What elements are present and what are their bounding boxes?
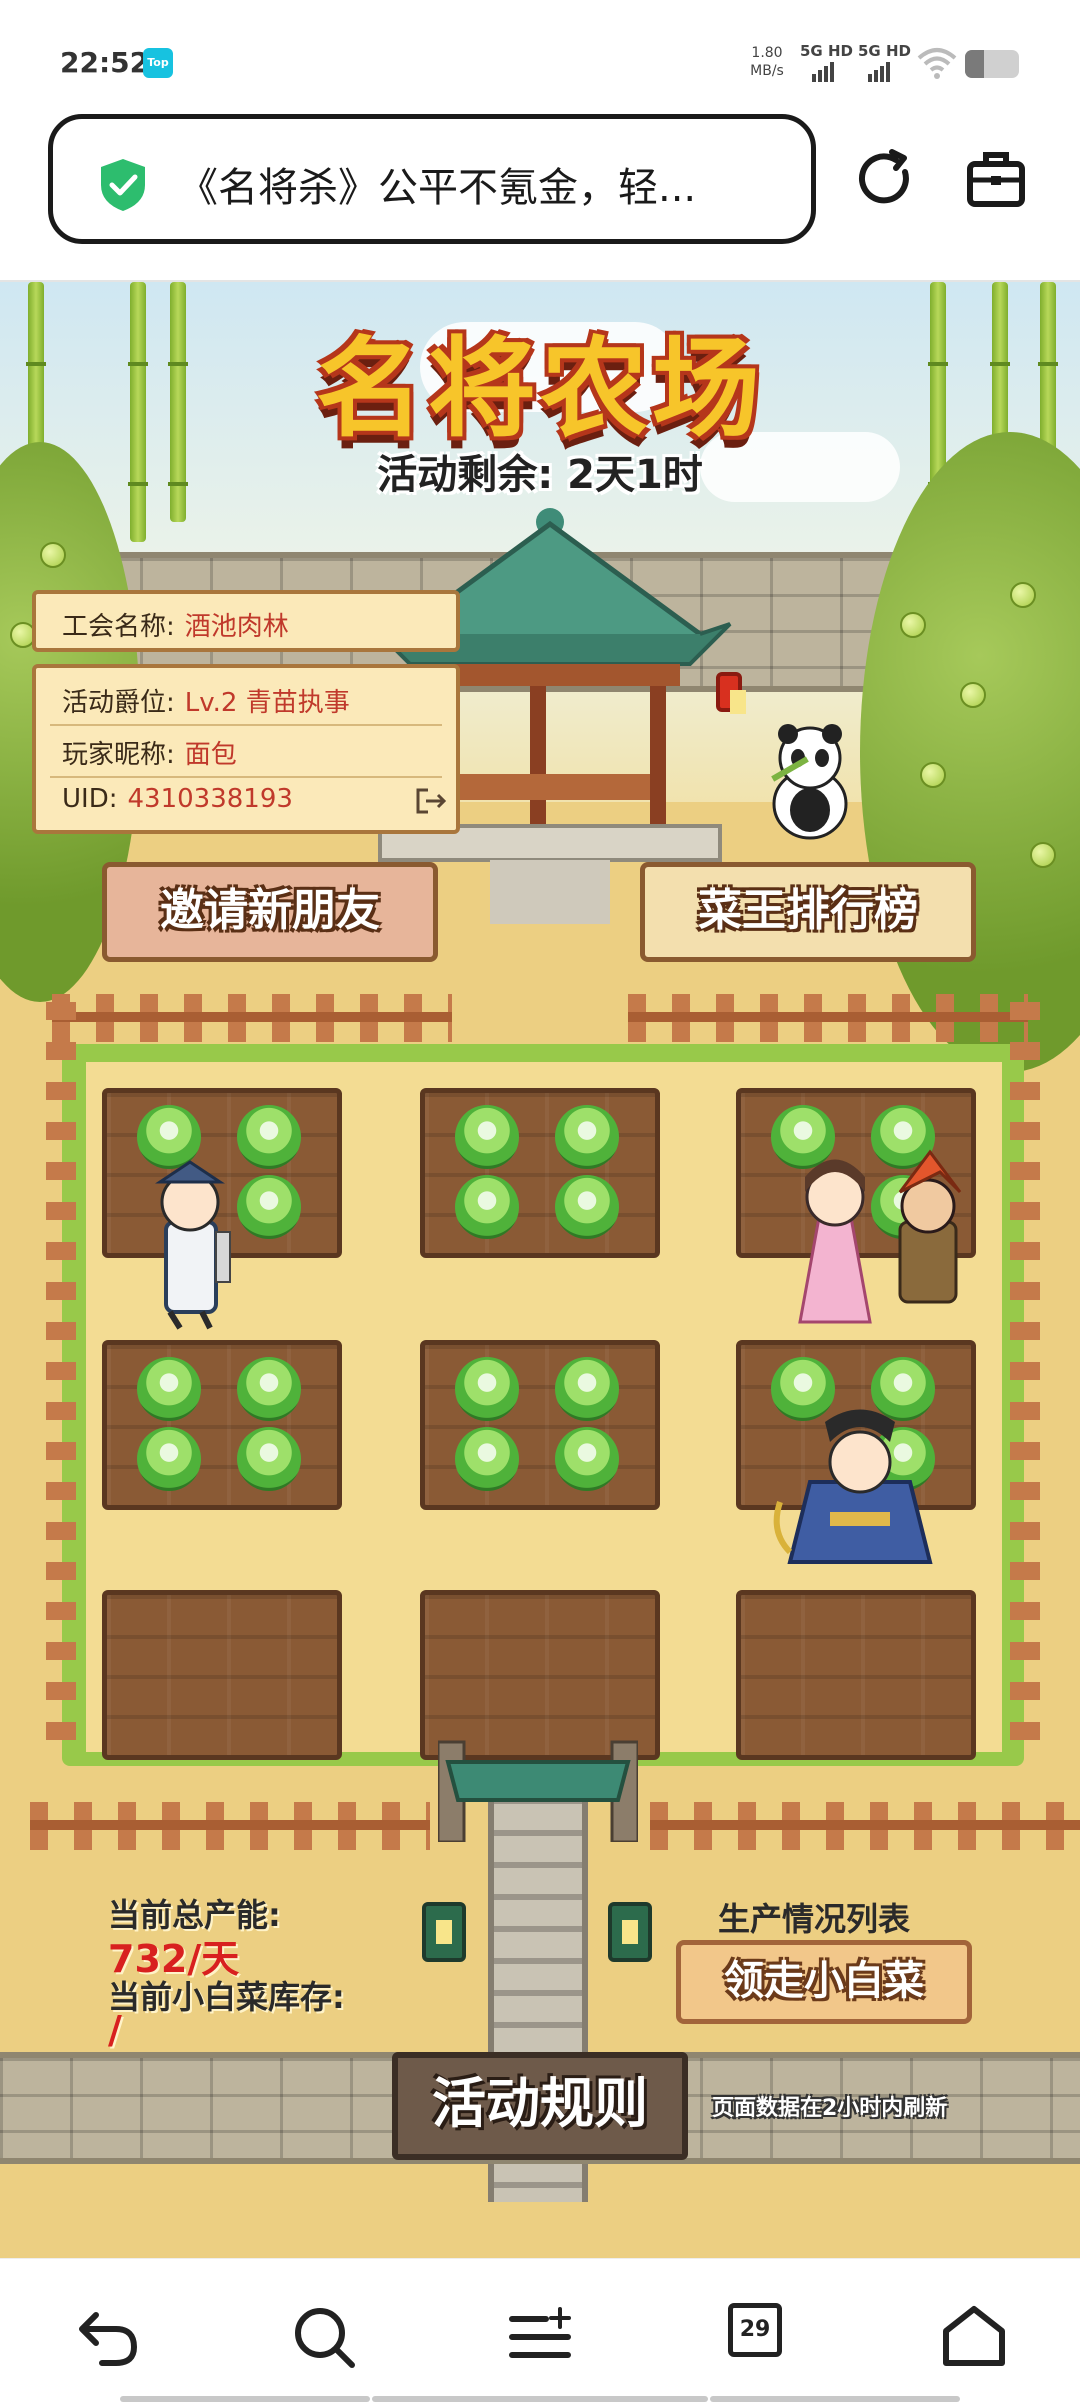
panda [771, 724, 848, 840]
sim2-signal-icon [868, 62, 892, 82]
activity-rules-button[interactable]: 活动规则 [392, 2052, 688, 2160]
page-title: 《名将杀》公平不氪金，轻... [178, 165, 697, 211]
wifi-icon [917, 48, 957, 79]
stone-lantern [422, 1902, 466, 1962]
stone-lantern [608, 1902, 652, 1962]
farm-gate [438, 1740, 638, 1842]
farm-plot[interactable] [420, 1340, 660, 1510]
cabbage-icon [555, 1175, 619, 1239]
farm-game-view: 名将农场 活动剩余: 2天1时 工会名称: 酒池肉林 活动爵位: Lv.2 青苗执事… [0, 282, 1080, 2258]
stock-value: / [108, 2008, 122, 2052]
player-info: 活动爵位: Lv.2 青苗执事 玩家昵称: 面包 UID: 4310338193 [32, 664, 460, 834]
production-list-link[interactable]: 生产情况列表 [718, 1894, 910, 1940]
back-icon[interactable] [74, 2303, 144, 2373]
guild-row: 工会名称: 酒池肉林 [62, 606, 289, 643]
fruit [40, 542, 66, 568]
stock-label: 当前小白菜库存: [108, 1978, 345, 2016]
logout-icon[interactable] [414, 786, 448, 816]
cabbage-icon [455, 1175, 519, 1239]
menu-icon[interactable] [506, 2303, 576, 2373]
sim2-label: 5G HD [858, 42, 911, 60]
uid-label: UID: [62, 784, 118, 814]
guild-label: 工会名称: [62, 612, 175, 642]
gesture-bar [710, 2396, 960, 2402]
invite-friend-button[interactable]: 邀请新朋友 [102, 862, 438, 962]
farm-plot[interactable] [102, 1590, 342, 1760]
divider [50, 724, 442, 726]
uid-row: UID: 4310338193 [62, 784, 293, 814]
strategist-character[interactable] [130, 1152, 250, 1332]
nickname-label: 玩家昵称: [62, 740, 175, 770]
fruit [1030, 842, 1056, 868]
tabs-count: 29 [728, 2303, 782, 2357]
cabbage-icon [455, 1105, 519, 1169]
rank-value: Lv.2 青苗执事 [184, 688, 350, 718]
fence-left [46, 1002, 76, 1762]
app-notification-icon: Top [143, 48, 173, 78]
fence-top-left [52, 994, 452, 1042]
toolbox-icon[interactable] [966, 150, 1026, 208]
lady-and-warrior-characters[interactable] [780, 1142, 980, 1332]
network-speed: 1.80 MB/s [745, 44, 789, 80]
gesture-bar [120, 2396, 370, 2402]
farm-plot[interactable] [102, 1340, 342, 1510]
cabbage-icon [237, 1427, 301, 1491]
fruit [960, 682, 986, 708]
cabbage-icon [555, 1427, 619, 1491]
home-icon[interactable] [940, 2303, 1010, 2373]
nickname-value: 面包 [184, 740, 237, 770]
tabs-icon[interactable]: 29 [728, 2303, 798, 2373]
cabbage-icon [455, 1357, 519, 1421]
cabbage-icon [555, 1357, 619, 1421]
status-bar: 22:52 Top 1.80 MB/s 5G HD 5G HD [0, 0, 1080, 110]
leaderboard-button[interactable]: 菜王排行榜 [640, 862, 976, 962]
sim1-label: 5G HD [800, 42, 853, 60]
fruit [1010, 582, 1036, 608]
cabbage-icon [137, 1427, 201, 1491]
battery-icon [965, 50, 1019, 78]
guild-value: 酒池肉林 [184, 612, 289, 642]
farm-plot[interactable] [736, 1590, 976, 1760]
cabbage-icon [455, 1427, 519, 1491]
bottom-navigation: 29 [0, 2258, 1080, 2408]
fruit [900, 612, 926, 638]
fence-top-right [628, 994, 1028, 1042]
cabbage-icon [137, 1357, 201, 1421]
network-speed-unit: MB/s [750, 63, 784, 79]
fence-right [1010, 1002, 1040, 1762]
farm-plot[interactable] [420, 1088, 660, 1258]
address-bar[interactable]: 《名将杀》公平不氪金，轻... [48, 114, 816, 244]
network-speed-value: 1.80 [751, 45, 783, 61]
fence-bottom-right [650, 1802, 1080, 1850]
guild-info: 工会名称: 酒池肉林 [32, 590, 460, 652]
rank-label: 活动爵位: [62, 688, 175, 718]
refresh-note: 页面数据在2小时内刷新 [712, 2096, 948, 2121]
remaining-time: 活动剩余: 2天1时 [377, 452, 703, 498]
game-title: 名将农场 [315, 327, 764, 452]
nickname-row: 玩家昵称: 面包 [62, 734, 237, 771]
cabbage-icon [237, 1357, 301, 1421]
battery-level [965, 50, 984, 78]
status-time: 22:52 [60, 46, 150, 79]
sim1-signal-icon [812, 62, 836, 82]
general-character[interactable] [770, 1402, 950, 1572]
fruit [920, 762, 946, 788]
rank-row: 活动爵位: Lv.2 青苗执事 [62, 682, 350, 719]
security-shield-icon [101, 159, 145, 211]
uid-value: 4310338193 [127, 784, 293, 814]
cabbage-icon [555, 1105, 619, 1169]
divider [50, 776, 442, 778]
fence-bottom-left [30, 1802, 430, 1850]
claim-cabbage-button[interactable]: 领走小白菜 [676, 1940, 972, 2024]
reload-icon[interactable] [856, 148, 916, 210]
gesture-bar [372, 2396, 708, 2402]
red-lantern [716, 672, 746, 714]
search-icon[interactable] [290, 2303, 360, 2373]
